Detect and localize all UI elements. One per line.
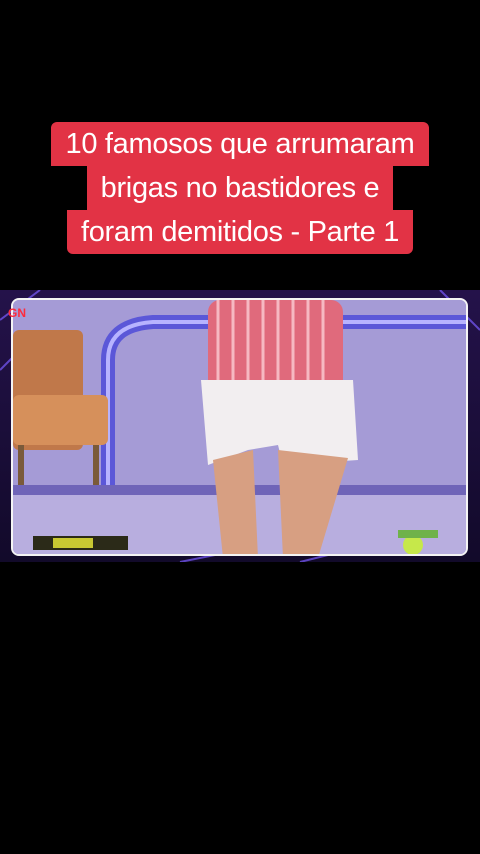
video-title: 10 famosos que arrumaram brigas no basti… (0, 122, 480, 254)
title-line-3: foram demitidos - Parte 1 (66, 210, 414, 254)
title-line-2: brigas no bastidores e (86, 166, 394, 210)
channel-logo: GN (8, 306, 26, 320)
title-line-1: 10 famosos que arrumaram (51, 122, 429, 166)
video-player[interactable] (11, 298, 468, 556)
video-frame-image (13, 300, 466, 554)
